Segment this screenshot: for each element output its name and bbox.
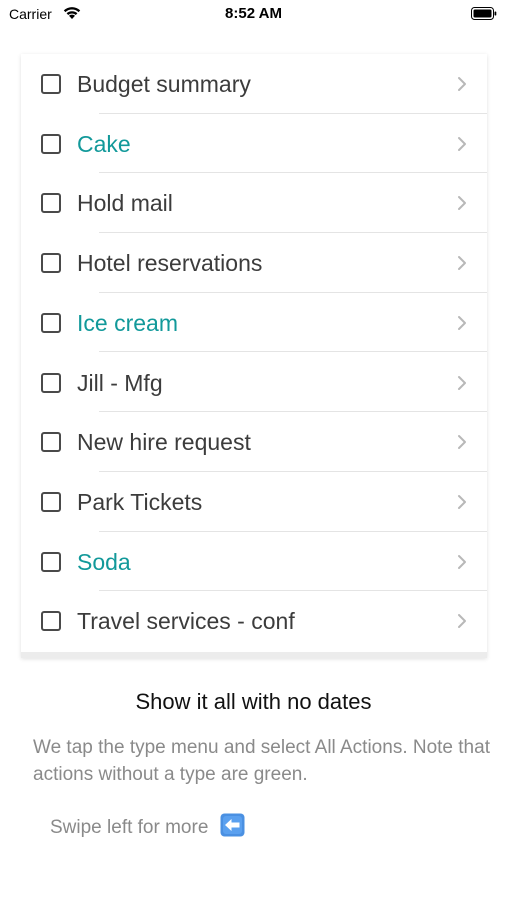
action-row[interactable]: Hold mail xyxy=(21,173,487,234)
status-bar: Carrier 8:52 AM xyxy=(0,0,507,30)
chevron-right-icon xyxy=(458,315,466,330)
clock: 8:52 AM xyxy=(225,5,282,22)
action-checkbox[interactable] xyxy=(41,491,61,512)
action-checkbox[interactable] xyxy=(41,432,61,453)
chevron-right-icon xyxy=(458,375,466,390)
action-label: Jill - Mfg xyxy=(77,369,163,396)
action-row[interactable]: Travel services - conf xyxy=(21,591,487,651)
action-row[interactable]: Cake xyxy=(21,114,487,174)
chevron-right-icon xyxy=(458,196,466,211)
chevron-right-icon xyxy=(458,256,466,271)
action-label: Park Tickets xyxy=(77,488,203,515)
action-row[interactable]: Hotel reservations xyxy=(21,233,487,293)
action-label: Travel services - conf xyxy=(77,608,295,635)
action-row[interactable]: Budget summary xyxy=(21,54,487,114)
action-checkbox[interactable] xyxy=(41,372,61,393)
action-label: Hotel reservations xyxy=(77,250,263,277)
action-label: Cake xyxy=(77,130,131,157)
caption-body: We tap the type menu and select All Acti… xyxy=(33,737,490,785)
chevron-right-icon xyxy=(458,494,466,509)
left-arrow-icon xyxy=(220,813,245,837)
action-row[interactable]: Ice cream xyxy=(21,293,487,353)
chevron-right-icon xyxy=(458,614,466,629)
action-checkbox[interactable] xyxy=(41,193,61,214)
action-label: Ice cream xyxy=(77,309,178,336)
action-checkbox[interactable] xyxy=(41,611,61,632)
actions-list: Budget summary Cake Hold mail Hotel rese… xyxy=(21,54,487,658)
battery-icon xyxy=(471,7,497,20)
caption-title: Show it all with no dates xyxy=(135,689,372,714)
swipe-hint: Swipe left for more xyxy=(50,813,245,841)
chevron-right-icon xyxy=(458,136,466,151)
chevron-right-icon xyxy=(458,77,466,91)
action-row[interactable]: New hire request xyxy=(21,412,487,472)
action-label: Hold mail xyxy=(77,190,173,217)
action-row[interactable]: Soda xyxy=(21,532,487,592)
action-checkbox[interactable] xyxy=(41,253,61,274)
action-checkbox[interactable] xyxy=(41,551,61,572)
action-label: New hire request xyxy=(77,429,251,456)
action-checkbox[interactable] xyxy=(41,312,61,333)
chevron-right-icon xyxy=(458,435,466,450)
action-row[interactable]: Jill - Mfg xyxy=(21,353,487,413)
action-label: Soda xyxy=(77,548,131,575)
action-checkbox[interactable] xyxy=(41,74,61,94)
action-checkbox[interactable] xyxy=(41,133,61,154)
action-label: Budget summary xyxy=(77,71,251,97)
chevron-right-icon xyxy=(458,554,466,569)
action-row[interactable]: Park Tickets xyxy=(21,472,487,532)
swipe-hint-label: Swipe left for more xyxy=(50,817,209,838)
